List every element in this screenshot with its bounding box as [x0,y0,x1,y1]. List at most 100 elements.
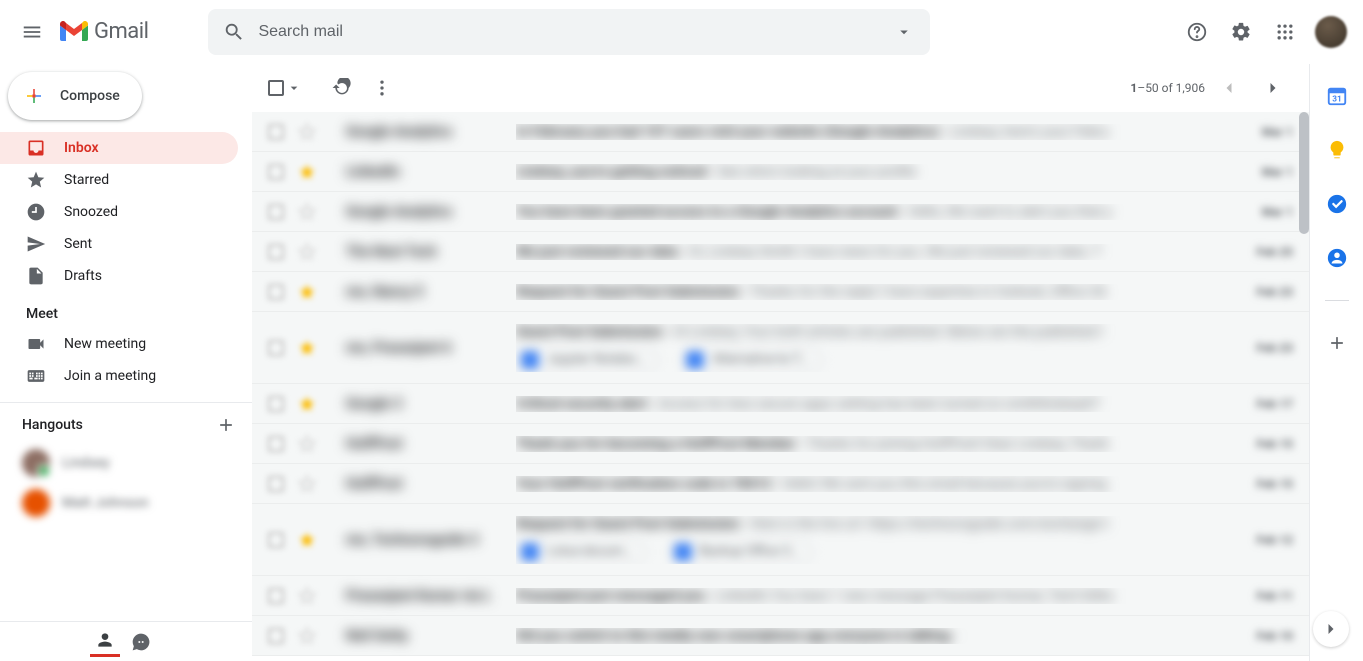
keep-app-button[interactable] [1325,138,1349,162]
email-row[interactable]: LinkedIn Lindsey, you're getting noticed… [252,152,1309,192]
sidebar-item-sent[interactable]: Sent [0,228,238,260]
attachment-chip[interactable]: Backup Office 3... [669,540,814,564]
sidebar-item-snoozed[interactable]: Snoozed [0,196,238,228]
settings-button[interactable] [1221,12,1261,52]
checkbox-icon [268,80,284,96]
main-menu-button[interactable] [8,8,56,56]
more-actions-button[interactable] [362,68,402,108]
star-button[interactable] [298,395,316,413]
video-icon [26,334,46,354]
search-box[interactable] [208,9,930,55]
star-button[interactable] [298,627,316,645]
row-checkbox[interactable] [268,204,284,220]
contact-avatar [22,449,50,477]
row-checkbox[interactable] [268,164,284,180]
calendar-icon: 31 [1326,85,1348,107]
email-row[interactable]: Google Analytics In February you had 107… [252,112,1309,152]
tasks-app-button[interactable] [1325,192,1349,216]
meet-item-join-a-meeting[interactable]: Join a meeting [0,360,252,392]
next-page-button[interactable] [1253,68,1293,108]
star-button[interactable] [298,435,316,453]
row-checkbox[interactable] [268,436,284,452]
attachment-chip[interactable]: Jupyter Notebo... [516,348,659,372]
email-subject: Prasanjeet just messaged you - LinkedIn … [516,588,1243,604]
calendar-app-button[interactable]: 31 [1325,84,1349,108]
meet-item-new-meeting[interactable]: New meeting [0,328,252,360]
select-all-checkbox[interactable] [268,80,302,96]
email-subject: You have been granted access to a Google… [516,204,1243,220]
email-date: Feb 25 [1243,245,1293,259]
row-checkbox[interactable] [268,396,284,412]
email-row[interactable]: Neil Getty Did you switch to this totall… [252,616,1309,656]
keep-icon [1326,139,1348,161]
account-avatar[interactable] [1315,16,1347,48]
refresh-button[interactable] [322,68,362,108]
star-button[interactable] [298,339,316,357]
email-row[interactable]: The Next Tech We just reviewed our data … [252,232,1309,272]
email-sender: Google 3 [346,396,516,412]
email-row[interactable]: me, Nancy 5 Request for Guest Post Submi… [252,272,1309,312]
email-date: Feb 11 [1243,589,1293,603]
email-row[interactable]: HuffPost Thank you for becoming a HuffPo… [252,424,1309,464]
email-date: Mar 1 [1243,125,1293,139]
attachment-chip[interactable]: Lotus-docum... [516,540,647,564]
row-checkbox[interactable] [268,244,284,260]
contacts-app-button[interactable] [1325,246,1349,270]
email-date: Feb 17 [1243,397,1293,411]
email-row[interactable]: me, Technoroguide 3 Request for Guest Po… [252,504,1309,576]
apps-button[interactable] [1265,12,1305,52]
hangouts-contact[interactable]: Lindsey [0,443,252,483]
row-checkbox[interactable] [268,124,284,140]
support-button[interactable] [1177,12,1217,52]
email-row[interactable]: Google 3 Critical security alert - Acces… [252,384,1309,424]
sidebar-item-label: Drafts [64,268,102,284]
email-sender: me, Technoroguide 3 [346,532,516,548]
row-checkbox[interactable] [268,284,284,300]
email-row[interactable]: Prasanjeet Kumar via L Prasanjeet just m… [252,576,1309,616]
hangouts-chat-tab[interactable] [126,627,156,657]
hangouts-people-tab[interactable] [90,627,120,657]
new-hangout-button[interactable] [216,415,236,435]
file-icon [521,351,539,369]
star-button[interactable] [298,163,316,181]
email-subject: Thank you for becoming a HuffPost Member… [516,436,1243,452]
sidebar-item-starred[interactable]: Starred [0,164,238,196]
scrollbar-thumb[interactable] [1299,112,1309,234]
hangouts-contact[interactable]: Matt Johnson [0,483,252,523]
row-checkbox[interactable] [268,340,284,356]
star-button[interactable] [298,123,316,141]
star-button[interactable] [298,475,316,493]
search-options-button[interactable] [884,12,924,52]
sidebar-item-inbox[interactable]: Inbox [0,132,238,164]
star-button[interactable] [298,531,316,549]
compose-button[interactable]: Compose [8,72,142,120]
star-button[interactable] [298,587,316,605]
email-row[interactable]: HuffPost Your HuffPost verification code… [252,464,1309,504]
sidebar-item-drafts[interactable]: Drafts [0,260,238,292]
star-button[interactable] [298,283,316,301]
email-row[interactable]: me, Prasanjeet 6 Guest Post Submission -… [252,312,1309,384]
get-addons-button[interactable] [1325,331,1349,355]
search-button[interactable] [214,12,254,52]
attachment-chip[interactable]: Alternative-to-T... [681,348,822,372]
hide-sidepanel-button[interactable] [1313,611,1349,647]
gmail-logo[interactable]: Gmail [60,19,148,44]
row-checkbox[interactable] [268,628,284,644]
email-date: Feb 10 [1243,629,1293,643]
sidebar-item-label: Snoozed [64,204,118,220]
contact-name: Matt Johnson [62,495,149,511]
prev-page-button[interactable] [1209,68,1249,108]
row-checkbox[interactable] [268,532,284,548]
send-icon [26,234,46,254]
svg-text:31: 31 [1332,95,1341,105]
star-button[interactable] [298,203,316,221]
row-checkbox[interactable] [268,476,284,492]
help-icon [1186,21,1208,43]
star-button[interactable] [298,243,316,261]
search-icon [223,21,245,43]
row-checkbox[interactable] [268,588,284,604]
sidebar-item-label: Starred [64,172,109,188]
chevron-right-icon [1321,619,1341,639]
search-input[interactable] [254,23,884,41]
email-row[interactable]: Google Analytics You have been granted a… [252,192,1309,232]
